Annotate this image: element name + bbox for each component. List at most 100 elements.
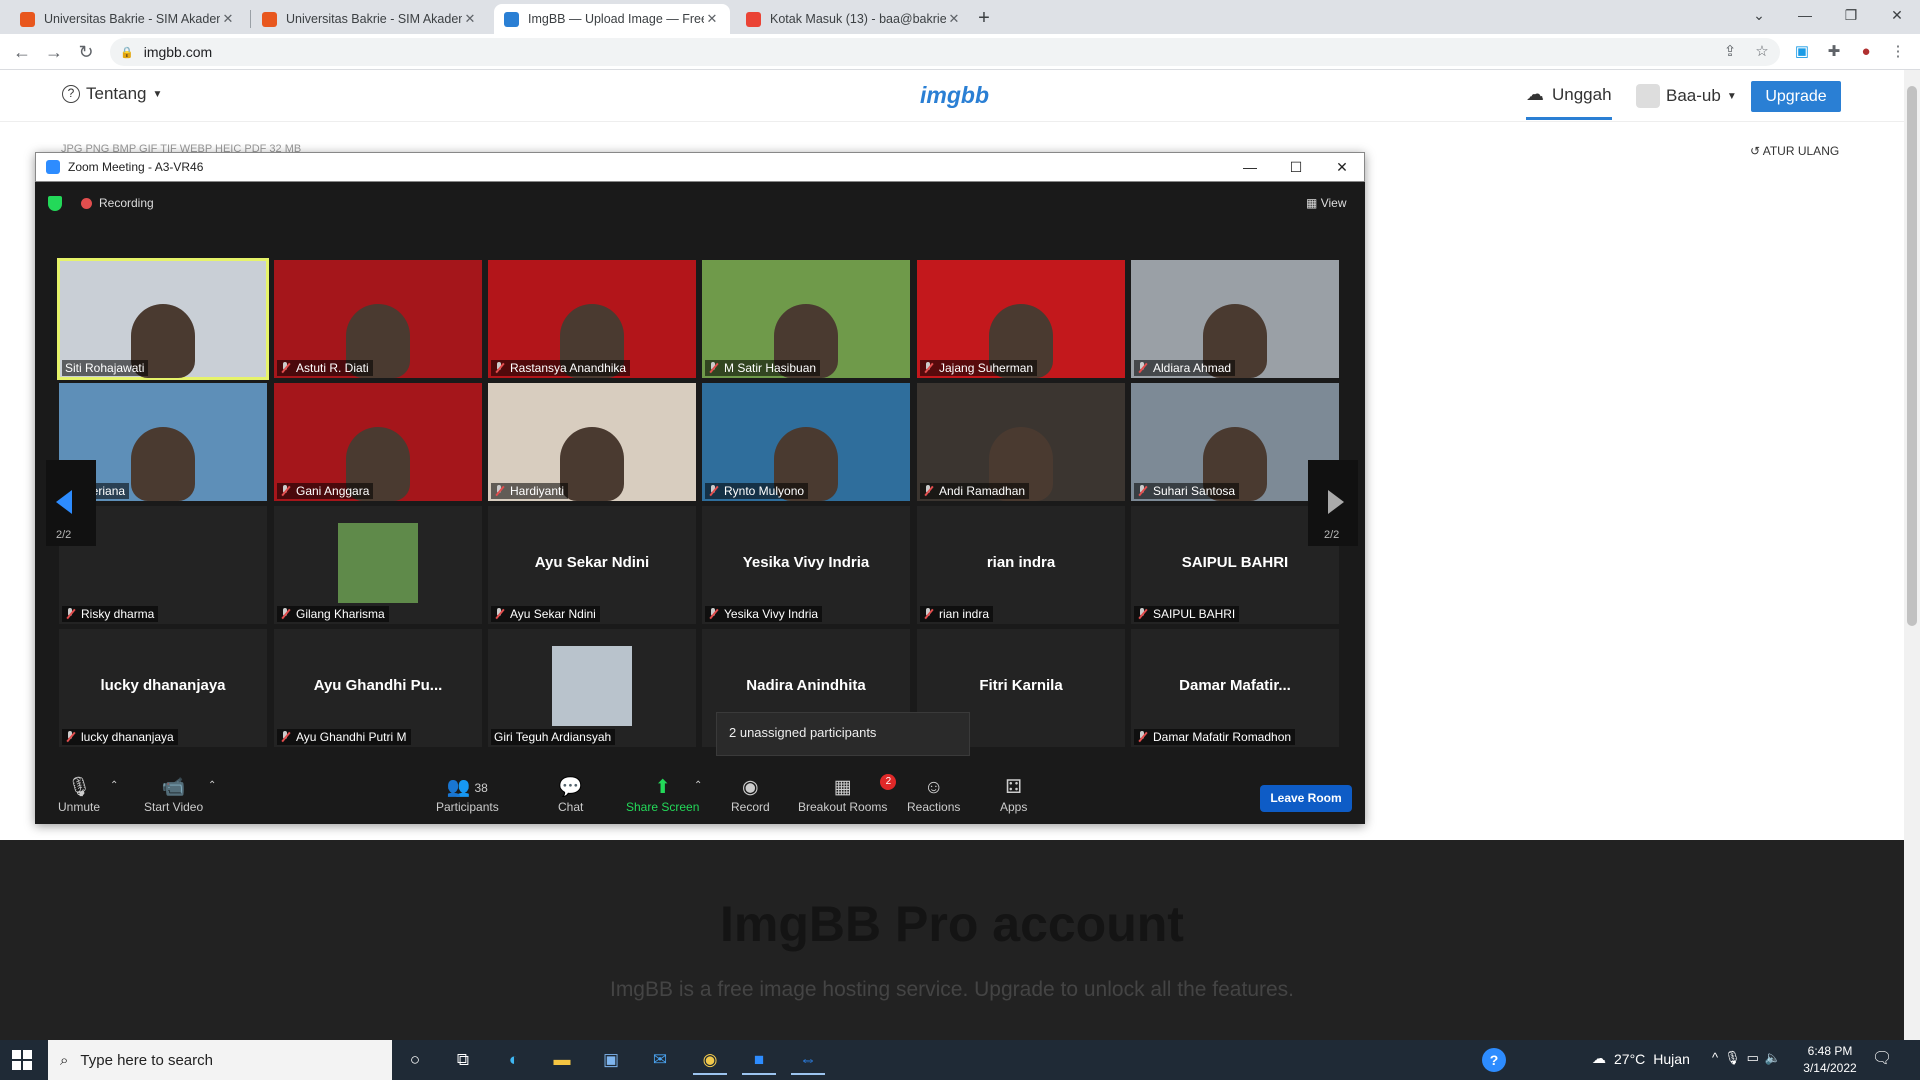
reload-icon[interactable]: ↻ (72, 38, 100, 66)
taskbar-clock[interactable]: 6:48 PM 3/14/2022 (1800, 1043, 1860, 1077)
reactions-label: Reactions (907, 800, 961, 814)
participant-tile[interactable]: Astuti R. Diati (274, 260, 482, 378)
participant-tile[interactable]: M Satir Hasibuan (702, 260, 910, 378)
cortana-icon[interactable]: ○ (398, 1045, 432, 1075)
participant-tile[interactable]: Rynto Mulyono (702, 383, 910, 501)
reactions-button[interactable]: ☺ Reactions (907, 776, 960, 814)
encryption-shield-icon[interactable] (48, 196, 62, 211)
record-button[interactable]: ◉ Record (731, 776, 770, 814)
tab-favicon-icon (504, 11, 519, 27)
participant-tile[interactable]: Ayu Ghandhi Pu... Ayu Ghandhi Putri M (274, 629, 482, 747)
participant-tile[interactable]: Damar Mafatir... Damar Mafatir Romadhon (1131, 629, 1339, 747)
chrome-icon[interactable]: ◉ (693, 1045, 727, 1075)
share-icon[interactable]: ⇪ (1718, 40, 1742, 64)
tab-close-icon[interactable]: ✕ (946, 11, 962, 27)
start-video-button[interactable]: 📹 Start Video (144, 776, 203, 814)
imgbb-logo[interactable]: imgbb (920, 82, 989, 109)
back-arrow-icon[interactable]: ← (8, 38, 36, 66)
bookmark-star-icon[interactable]: ☆ (1750, 40, 1774, 64)
video-options-caret[interactable]: ⌃ (208, 780, 216, 791)
forward-arrow-icon[interactable]: → (40, 38, 68, 66)
zoom-maximize-button[interactable]: ☐ (1273, 152, 1319, 182)
mail-icon[interactable]: ✉ (643, 1045, 677, 1075)
participant-tile[interactable]: lucky dhananjaya lucky dhananjaya (59, 629, 267, 747)
participant-tile[interactable]: Gilang Kharisma (274, 506, 482, 624)
participant-name-label: Andi Ramadhan (920, 483, 1030, 499)
mic-muted-icon (494, 485, 504, 497)
help-icon[interactable]: ? (1482, 1048, 1506, 1072)
store-icon[interactable]: ▣ (594, 1045, 628, 1075)
windows-start-icon[interactable] (12, 1050, 32, 1070)
leave-room-button[interactable]: Leave Room (1260, 785, 1352, 812)
share-options-caret[interactable]: ⌃ (694, 780, 702, 791)
tab-close-icon[interactable]: ✕ (462, 11, 478, 27)
mic-muted-icon (923, 485, 933, 497)
participant-tile[interactable]: Ayu Sekar Ndini Ayu Sekar Ndini (488, 506, 696, 624)
network-icon[interactable]: ▭ (1747, 1050, 1765, 1065)
extension-icon[interactable]: ▣ (1790, 40, 1814, 64)
zoom-taskbar-icon[interactable]: ■ (742, 1045, 776, 1075)
task-view-icon[interactable]: ⧉ (446, 1045, 480, 1075)
profile-icon[interactable]: ● (1854, 40, 1878, 64)
puzzle-icon[interactable]: ✚ (1822, 40, 1846, 64)
breakout-rooms-button[interactable]: ▦ 2 Breakout Rooms (798, 774, 897, 814)
participant-name: Yesika Vivy Indria (724, 607, 819, 621)
restore-button[interactable]: ❐ (1828, 0, 1874, 32)
participant-tile[interactable]: Jajang Suherman (917, 260, 1125, 378)
zoom-close-button[interactable]: ✕ (1319, 152, 1365, 182)
view-button[interactable]: ▦ View (1306, 196, 1346, 210)
participant-tile[interactable]: Siti Rohajawati (57, 258, 269, 380)
browser-tab[interactable]: Universitas Bakrie - SIM Akadem ✕ (252, 4, 488, 34)
participant-tile[interactable]: Gani Anggara (274, 383, 482, 501)
mic-icon[interactable]: 🎙 (1724, 1050, 1747, 1065)
weather-widget[interactable]: ☁ 27°C Hujan (1592, 1050, 1690, 1067)
upgrade-button[interactable]: Upgrade (1751, 81, 1841, 112)
participant-tile[interactable]: Yesika Vivy Indria Yesika Vivy Indria (702, 506, 910, 624)
participant-name-label: Rastansya Anandhika (491, 360, 631, 376)
chat-button[interactable]: 💬 Chat (558, 776, 583, 814)
participant-tile[interactable]: Aldiara Ahmad (1131, 260, 1339, 378)
tab-close-icon[interactable]: ✕ (704, 11, 720, 27)
url-bar[interactable]: 🔒 imgbb.com (110, 38, 1780, 66)
participant-tile[interactable]: Hardiyanti (488, 383, 696, 501)
minimize-button[interactable]: — (1782, 0, 1828, 32)
recording-label[interactable]: Recording (99, 196, 154, 210)
tab-search-icon[interactable]: ⌄ (1736, 0, 1782, 32)
tab-favicon-icon (20, 11, 35, 27)
about-menu[interactable]: ? Tentang ▼ (62, 84, 162, 104)
tab-close-icon[interactable]: ✕ (220, 11, 236, 27)
browser-tab[interactable]: Universitas Bakrie - SIM Akadem ✕ (10, 4, 246, 34)
participant-tile[interactable]: Giri Teguh Ardiansyah (488, 629, 696, 747)
close-browser-button[interactable]: ✕ (1874, 0, 1920, 32)
taskbar-search-box[interactable]: ⌕ Type here to search (48, 1040, 392, 1080)
teamviewer-icon[interactable]: ⇔ (791, 1045, 825, 1075)
audio-options-caret[interactable]: ⌃ (110, 780, 118, 791)
cloud-rain-icon: ☁ (1592, 1050, 1606, 1066)
zoom-minimize-button[interactable]: — (1227, 152, 1273, 182)
new-tab-button[interactable]: + (970, 4, 998, 32)
chevron-up-icon[interactable]: ^ (1712, 1050, 1724, 1065)
participant-name: Astuti R. Diati (296, 361, 369, 375)
system-tray[interactable]: ^🎙▭🔈 (1712, 1050, 1787, 1066)
participant-tile[interactable]: rian indra rian indra (917, 506, 1125, 624)
browser-tab[interactable]: ImgBB — Upload Image — Free ✕ (494, 4, 730, 34)
apps-button[interactable]: ⚃ Apps (1000, 776, 1027, 814)
upload-nav-button[interactable]: ☁ Unggah (1526, 84, 1612, 120)
participant-tile[interactable]: Andi Ramadhan (917, 383, 1125, 501)
notification-icon[interactable]: 🗨 (1872, 1048, 1892, 1068)
user-menu[interactable]: Baa-ub ▼ (1636, 84, 1737, 108)
participants-button[interactable]: 👥 38 Participants (436, 776, 499, 814)
participant-name: Hardiyanti (510, 484, 565, 498)
scrollbar-thumb[interactable] (1907, 86, 1917, 626)
zoom-toolbar (35, 765, 1365, 824)
edge-icon[interactable]: ◐ (497, 1045, 531, 1075)
file-explorer-icon[interactable]: ▬ (545, 1045, 579, 1075)
reset-button[interactable]: ↺ ATUR ULANG (1750, 144, 1839, 158)
participant-tile[interactable]: Rastansya Anandhika (488, 260, 696, 378)
speaker-icon[interactable]: 🔈 (1765, 1050, 1787, 1065)
unmute-button[interactable]: 🎙 Unmute (58, 776, 100, 814)
participant-name: Damar Mafatir Romadhon (1153, 730, 1292, 744)
share-screen-button[interactable]: ⬆ Share Screen (626, 776, 699, 814)
more-menu-icon[interactable]: ⋮ (1886, 40, 1910, 64)
browser-tab[interactable]: Kotak Masuk (13) - baa@bakrie.a ✕ (736, 4, 972, 34)
